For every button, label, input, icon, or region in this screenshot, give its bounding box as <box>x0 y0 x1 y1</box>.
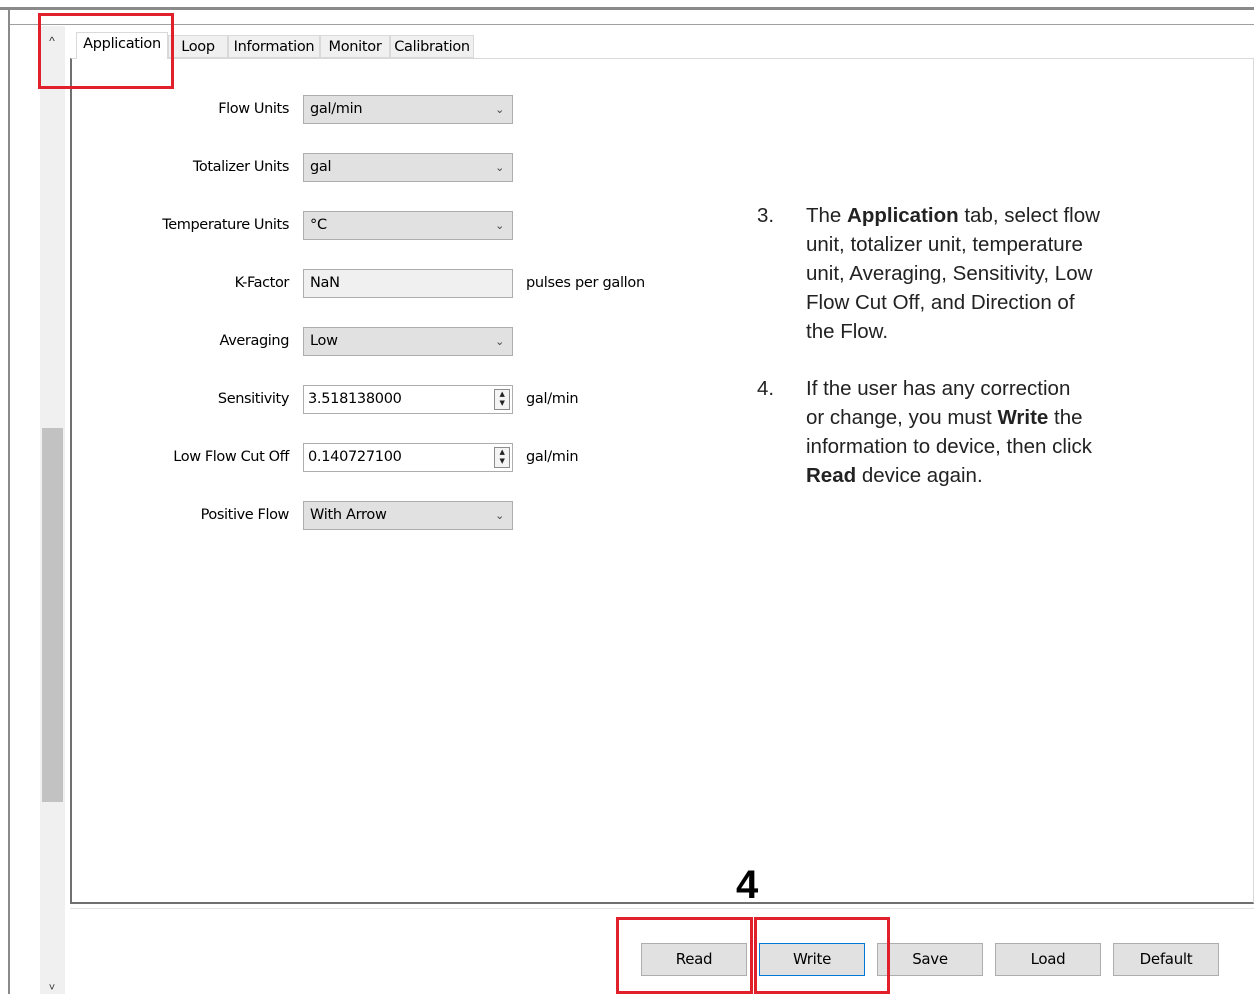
window-inner-border <box>10 24 1254 25</box>
step-4-line-2-post: the <box>1048 406 1083 429</box>
temperature-units-select[interactable]: °C ⌄ <box>303 211 513 240</box>
step-4-line-2-bold: Write <box>997 406 1049 429</box>
averaging-label: Averaging <box>219 333 290 349</box>
step-3-bold: Application <box>847 204 959 227</box>
chevron-down-icon: ⌄ <box>495 103 504 116</box>
totalizer-units-label: Totalizer Units <box>192 159 289 175</box>
tab-calibration[interactable]: Calibration <box>390 35 474 58</box>
write-button-highlight <box>754 917 890 994</box>
chevron-down-icon: ⌄ <box>495 509 504 522</box>
window-frame-top <box>0 7 1254 10</box>
totalizer-units-value: gal <box>310 159 332 175</box>
averaging-select[interactable]: Low ⌄ <box>303 327 513 356</box>
totalizer-units-select[interactable]: gal ⌄ <box>303 153 513 182</box>
step-3-pre: The <box>806 204 848 227</box>
low-flow-cut-off-value: 0.140727100 <box>308 449 402 465</box>
chevron-down-icon: ⌄ <box>495 335 504 348</box>
step-3-line-5: the Flow. <box>806 320 889 343</box>
positive-flow-value: With Arrow <box>310 507 387 523</box>
flow-units-label: Flow Units <box>218 101 289 117</box>
application-tab-highlight <box>38 13 174 89</box>
step-4-line-1: If the user has any correction <box>806 377 1071 400</box>
flow-units-value: gal/min <box>310 101 363 117</box>
step-3-text: The Application tab, select flow unit, t… <box>806 201 1166 346</box>
k-factor-label: K-Factor <box>234 275 290 291</box>
tab-monitor[interactable]: Monitor <box>320 35 390 58</box>
step-4-text: If the user has any correction or change… <box>806 374 1166 490</box>
k-factor-unit: pulses per gallon <box>526 275 645 291</box>
tab-loop[interactable]: Loop <box>168 35 228 58</box>
callout-number: 4 <box>736 863 759 907</box>
k-factor-field[interactable]: NaN <box>303 269 513 298</box>
step-4-line-3: information to device, then click <box>806 435 1092 458</box>
step-4-line-2: or change, you must Write the <box>806 403 1166 432</box>
scrollbar-thumb[interactable] <box>42 428 63 802</box>
step-3-number: 3. <box>757 204 775 227</box>
step-4-line-4: Read device again. <box>806 461 1166 490</box>
temperature-units-value: °C <box>310 217 327 233</box>
sensitivity-stepper[interactable]: 3.518138000 ▲ ▼ <box>303 385 513 414</box>
low-flow-cut-off-unit: gal/min <box>526 449 579 465</box>
step-4-line-4-post: device again. <box>856 464 983 487</box>
tab-information[interactable]: Information <box>228 35 320 58</box>
low-flow-cut-off-stepper[interactable]: 0.140727100 ▲ ▼ <box>303 443 513 472</box>
save-button[interactable]: Save <box>877 943 983 976</box>
read-button-highlight <box>616 917 753 994</box>
step-3-line-3: unit, Averaging, Sensitivity, Low <box>806 262 1093 285</box>
chevron-down-icon: ⌄ <box>495 161 504 174</box>
step-3-line-4: Flow Cut Off, and Direction of <box>806 291 1075 314</box>
positive-flow-label: Positive Flow <box>200 507 290 523</box>
positive-flow-select[interactable]: With Arrow ⌄ <box>303 501 513 530</box>
step-4-line-2-pre: or change, you must <box>806 406 998 429</box>
sensitivity-label: Sensitivity <box>217 391 289 407</box>
temperature-units-label: Temperature Units <box>162 217 289 233</box>
spinner-updown-icon[interactable]: ▲ ▼ <box>494 389 510 410</box>
sensitivity-value: 3.518138000 <box>308 391 402 407</box>
flow-units-select[interactable]: gal/min ⌄ <box>303 95 513 124</box>
averaging-value: Low <box>310 333 338 349</box>
default-button[interactable]: Default <box>1113 943 1219 976</box>
chevron-down-icon: ⌄ <box>495 219 504 232</box>
load-button[interactable]: Load <box>995 943 1101 976</box>
step-3-line-1: tab, select flow <box>964 204 1100 227</box>
step-4-line-4-bold: Read <box>806 464 857 487</box>
low-flow-cut-off-label: Low Flow Cut Off <box>173 449 289 465</box>
window-frame-left <box>8 7 10 994</box>
chevron-down-icon[interactable]: ˅ <box>44 982 60 994</box>
spinner-updown-icon[interactable]: ▲ ▼ <box>494 447 510 468</box>
step-4-number: 4. <box>757 377 775 400</box>
sensitivity-unit: gal/min <box>526 391 579 407</box>
step-3-line: The Application tab, select flow <box>806 201 1166 230</box>
step-3-line-2: unit, totalizer unit, temperature <box>806 233 1083 256</box>
